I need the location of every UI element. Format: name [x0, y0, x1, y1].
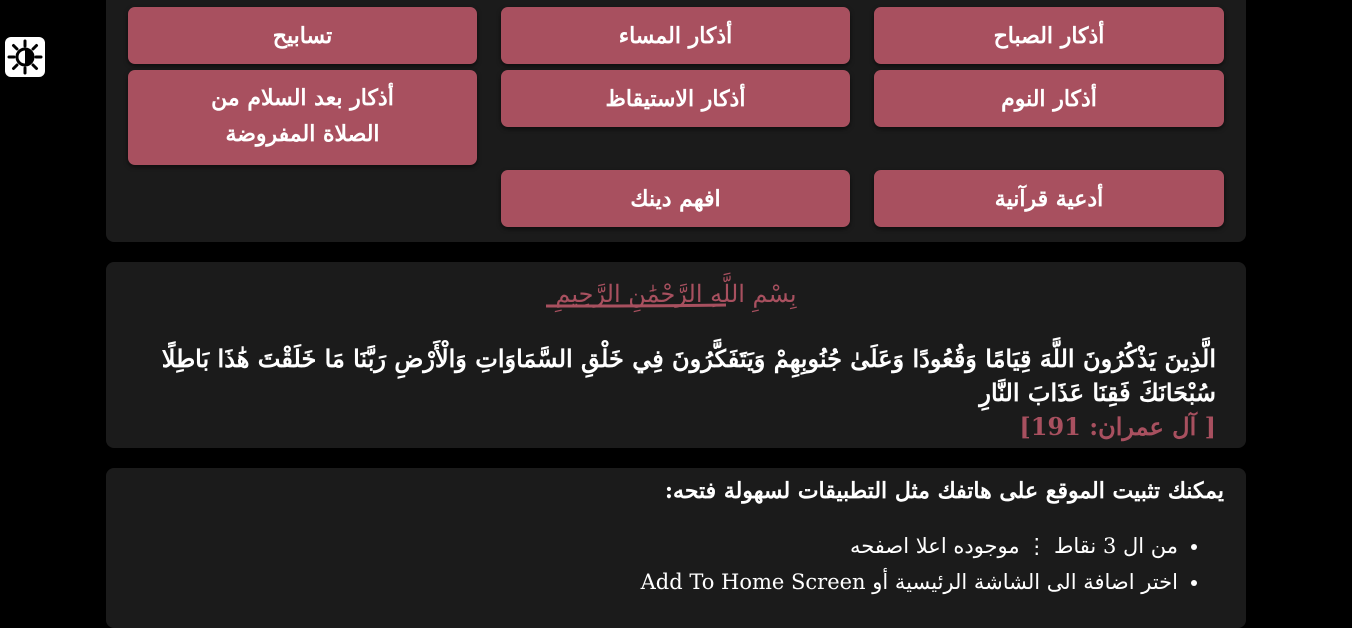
basmala-flourish: بِسْمِ اللَّهِ الرَّحْمَٰنِ الرَّحِيمِ	[545, 273, 797, 313]
sun-icon	[5, 37, 45, 77]
basmala-calligraphy: بِسْمِ اللَّهِ الرَّحْمَٰنِ الرَّحِيمِ	[106, 272, 1246, 322]
tasabeeh-button[interactable]: تسابيح	[128, 7, 477, 64]
morning-adhkar-button[interactable]: أذكار الصباح	[874, 7, 1224, 64]
install-step: اختر اضافة الى الشاشة الرئيسية أو Add To…	[641, 564, 1178, 600]
install-step: من ال 3 نقاط ⋮ موجوده اعلا اصفحه	[641, 528, 1178, 564]
quran-verse: الَّذِينَ يَذْكُرُونَ اللَّهَ قِيَامًا و…	[126, 342, 1216, 444]
theme-toggle-button[interactable]	[5, 37, 45, 77]
install-steps-list: من ال 3 نقاط ⋮ موجوده اعلا اصفحه اختر اض…	[641, 528, 1204, 600]
evening-adhkar-button[interactable]: أذكار المساء	[501, 7, 850, 64]
svg-text:بِسْمِ اللَّهِ الرَّحْمَٰنِ ال: بِسْمِ اللَّهِ الرَّحْمَٰنِ الرَّحِيمِ	[554, 273, 797, 313]
verse-text: الَّذِينَ يَذْكُرُونَ اللَّهَ قِيَامًا و…	[161, 344, 1216, 407]
install-title: يمكنك تثبيت الموقع على هاتفك مثل التطبيق…	[664, 478, 1224, 504]
verse-card: بِسْمِ اللَّهِ الرَّحْمَٰنِ الرَّحِيمِ ا…	[106, 262, 1246, 448]
after-prayer-adhkar-button[interactable]: أذكار بعد السلام من الصلاة المفروضة	[128, 70, 477, 165]
sleep-adhkar-button[interactable]: أذكار النوم	[874, 70, 1224, 127]
understand-your-religion-button[interactable]: افهم دينك	[501, 170, 850, 227]
verse-reference: [ آل عمران: 191]	[1019, 412, 1216, 441]
waking-adhkar-button[interactable]: أذكار الاستيقاظ	[501, 70, 850, 127]
adhkar-menu-card: أذكار الصباح أذكار المساء تسابيح أذكار ا…	[106, 0, 1246, 242]
quranic-duas-button[interactable]: أدعية قرآنية	[874, 170, 1224, 227]
install-instructions-card: يمكنك تثبيت الموقع على هاتفك مثل التطبيق…	[106, 468, 1246, 628]
